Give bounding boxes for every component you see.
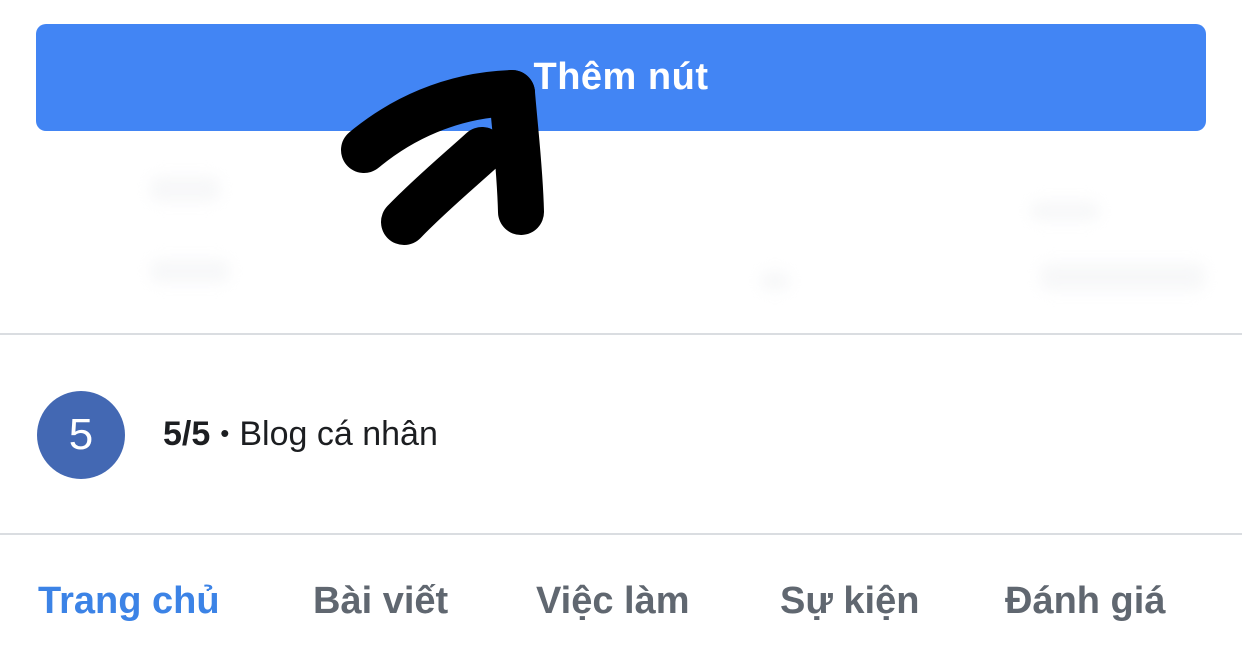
tab-events[interactable]: Sự kiện	[780, 580, 919, 623]
tab-home[interactable]: Trang chủ	[38, 580, 220, 623]
add-button[interactable]: Thêm nút	[36, 24, 1206, 131]
rating-summary: 5/5 • Blog cá nhân	[163, 415, 438, 454]
rating-score: 5/5	[163, 415, 211, 453]
add-button-label: Thêm nút	[533, 56, 709, 98]
tab-jobs[interactable]: Việc làm	[536, 580, 690, 623]
tab-bar: Trang chủ Bài viết Việc làm Sự kiện Đánh…	[0, 536, 1242, 648]
rating-badge-value: 5	[68, 410, 94, 459]
blurred-content-area	[0, 131, 1242, 333]
divider-bottom	[0, 533, 1242, 535]
page-category: Blog cá nhân	[239, 415, 438, 453]
rating-separator: •	[220, 418, 230, 448]
rating-row: 5 5/5 • Blog cá nhân	[0, 335, 1242, 533]
tab-posts[interactable]: Bài viết	[313, 580, 448, 623]
tab-reviews[interactable]: Đánh giá	[1005, 580, 1165, 623]
rating-badge: 5	[37, 391, 125, 479]
